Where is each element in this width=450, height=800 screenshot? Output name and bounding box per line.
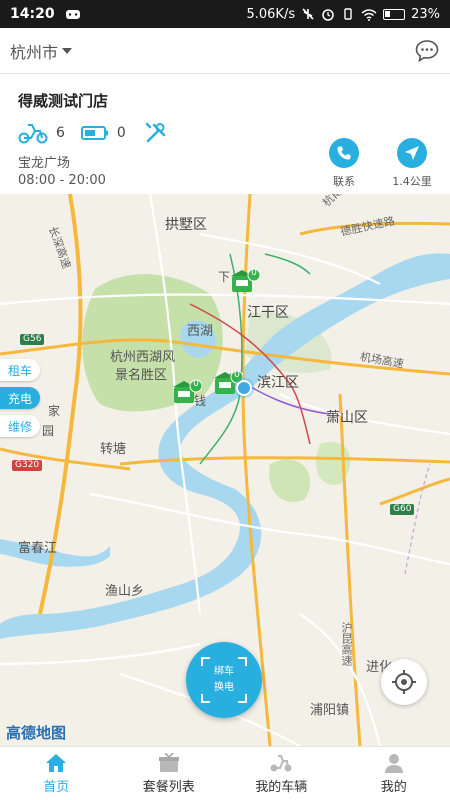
tab-home[interactable]: 首页: [0, 747, 113, 800]
navigation-icon: [397, 138, 427, 168]
vibrate-icon: [344, 8, 352, 20]
station-marker[interactable]: 0: [172, 379, 203, 407]
store-name: 得威测试门店: [18, 92, 109, 110]
map-label-jianggan: 江干区: [247, 305, 289, 321]
scooter-icon: [18, 124, 48, 144]
mute-icon: [302, 8, 314, 20]
status-time: 14:20: [10, 6, 55, 22]
status-bar: 14:20 5.06K/s 23%: [0, 0, 450, 28]
map-label-xiaoshan: 萧山区: [326, 410, 368, 426]
map-label-yushan: 渔山乡: [105, 584, 145, 599]
bottom-tab-bar: 首页 套餐列表 我的车辆 我的: [0, 746, 450, 800]
map-label-gongshu: 拱墅区: [165, 217, 207, 233]
scan-frame-icon: 绑车 换电: [201, 657, 247, 703]
navigate-button[interactable]: 1.4公里: [390, 138, 434, 189]
contact-button[interactable]: 联系: [322, 138, 366, 189]
store-actions: 联系 1.4公里: [322, 138, 434, 189]
battery-percent: 23%: [411, 6, 440, 22]
service-tabs: 租车 充电 维修: [0, 359, 40, 437]
battery-icon: [383, 8, 406, 20]
tab-profile-label: 我的: [380, 779, 407, 795]
top-header: 杭州市: [0, 28, 450, 74]
alarm-icon: [322, 9, 334, 21]
home-icon: [46, 753, 67, 772]
station-marker[interactable]: 0: [230, 268, 261, 296]
app-root: 14:20 5.06K/s 23% 杭州市 得威测试门店 6 0 宝龙广场 08…: [0, 0, 450, 800]
green-patch: [269, 459, 311, 503]
bind-swap-scan-button[interactable]: 绑车 换电: [186, 642, 262, 718]
tab-rent[interactable]: 租车: [0, 359, 40, 381]
map-label-scenic-1: 杭州西湖风: [110, 350, 176, 365]
wifi-icon: [361, 8, 377, 21]
map-label-xihu: 西湖: [187, 324, 214, 339]
tab-charge[interactable]: 充电: [0, 387, 40, 409]
scan-label-swap: 换电: [214, 682, 234, 693]
current-location-marker: [236, 380, 252, 396]
map-label-zhuantang: 转塘: [100, 442, 127, 457]
shield-g320: G320: [12, 460, 43, 471]
station-count: 0: [193, 379, 199, 389]
map-label-scenic-2: 景名胜区: [115, 368, 168, 383]
tab-my-vehicles[interactable]: 我的车辆: [225, 747, 338, 800]
road-label-hukun: 沪昆高速: [340, 622, 353, 666]
map-label-puyang: 浦阳镇: [310, 703, 350, 718]
notification-icon: [65, 10, 80, 19]
city-label: 杭州市: [10, 42, 59, 62]
chevron-down-icon: [62, 47, 73, 54]
shield-g56: G56: [20, 334, 45, 345]
user-icon: [384, 753, 403, 773]
map-label-binjiang: 滨江区: [257, 375, 299, 391]
battery-count: 0: [116, 125, 126, 141]
locate-button[interactable]: [381, 659, 427, 705]
message-icon[interactable]: [414, 38, 440, 64]
tab-packages-label: 套餐列表: [142, 779, 195, 795]
distance-label: 1.4公里: [392, 175, 432, 188]
network-speed: 5.06K/s: [246, 6, 296, 22]
package-icon: [158, 752, 179, 772]
map-label-fuchunjiang: 富春江: [18, 541, 58, 556]
tab-my-vehicles-label: 我的车辆: [255, 779, 308, 795]
tab-packages[interactable]: 套餐列表: [113, 747, 226, 800]
tab-repair[interactable]: 维修: [0, 415, 40, 437]
map-label-jia: 家: [48, 404, 61, 418]
vehicle-count: 6: [56, 125, 65, 141]
status-right: 5.06K/s 23%: [246, 7, 440, 22]
crosshair-icon: [392, 670, 416, 694]
contact-label: 联系: [333, 175, 355, 188]
store-card[interactable]: 得威测试门店 6 0 宝龙广场 08:00 - 20:00 联系 1.4公里: [0, 74, 450, 194]
station-count: 0: [234, 370, 240, 380]
shield-g60: G60: [390, 504, 415, 515]
tab-profile[interactable]: 我的: [338, 747, 450, 800]
scooter-icon: [270, 754, 292, 771]
tab-home-label: 首页: [43, 779, 70, 795]
map-provider-logo: 高德地图: [6, 724, 67, 742]
map-view[interactable]: 拱墅区 江干区 西湖 杭州西湖风 景名胜区 滨江区 萧山区 转塘 富春江 渔山乡…: [0, 194, 450, 746]
repair-tools-icon: [145, 122, 166, 143]
scan-label-bind: 绑车: [214, 666, 234, 677]
battery-pack-icon: [80, 126, 108, 140]
city-selector[interactable]: 杭州市: [10, 39, 73, 63]
map-label-xia: 下: [218, 270, 231, 284]
station-count: 0: [251, 268, 257, 278]
phone-icon: [329, 138, 359, 168]
map-label-yuan: 园: [42, 424, 55, 438]
